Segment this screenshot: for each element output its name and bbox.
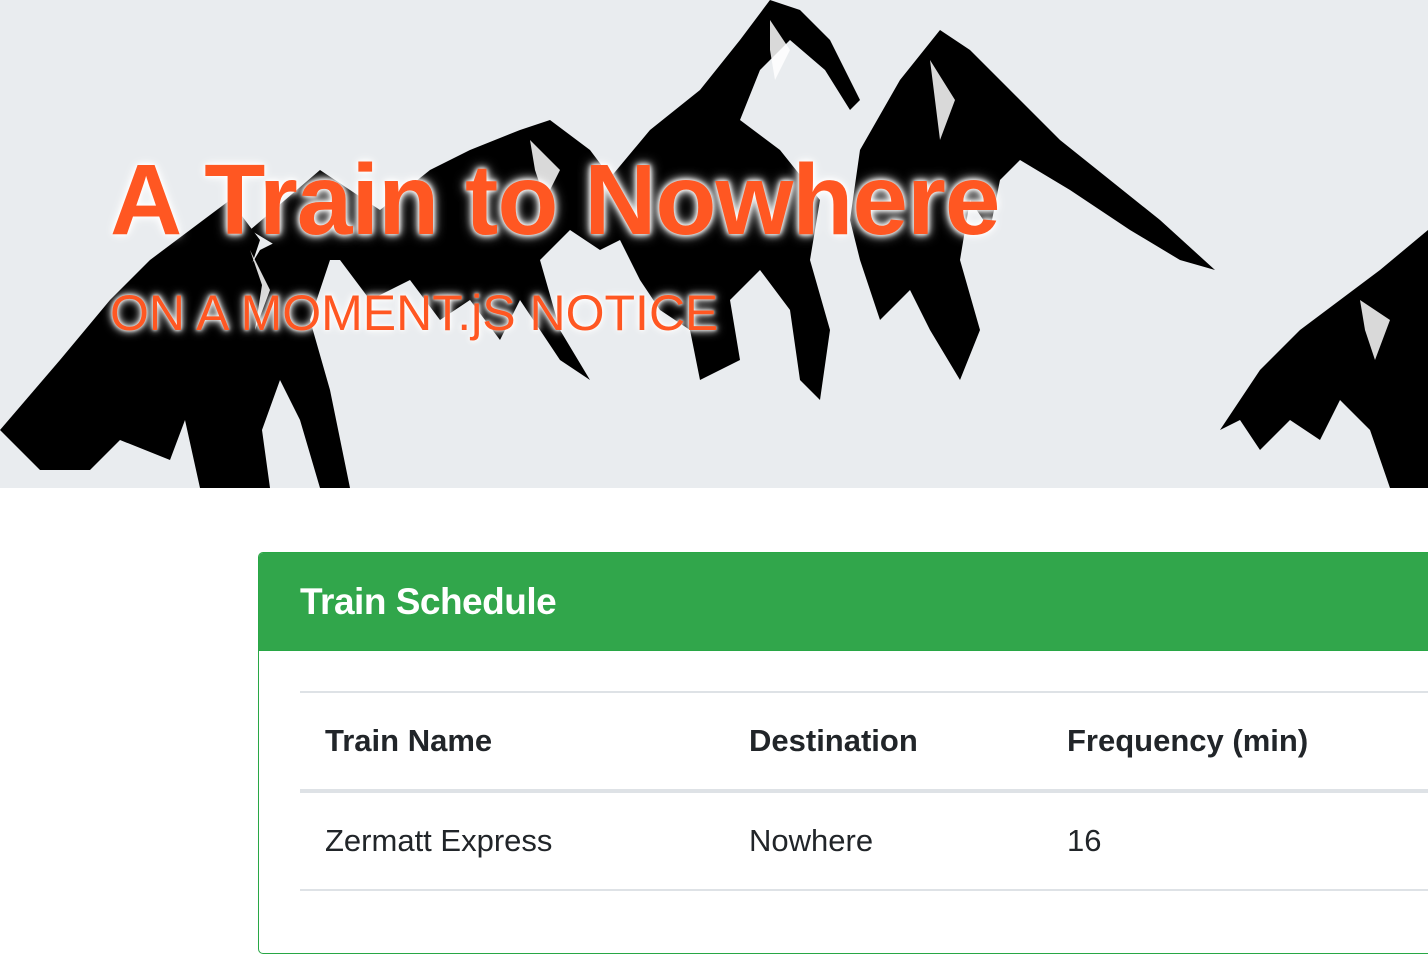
page-subtitle: ON A MOMENT.jS NOTICE [110,285,719,341]
table-row: Zermatt Express Nowhere 16 [300,791,1428,891]
mountain-peak-far-right [1220,230,1428,488]
cell-train-name: Zermatt Express [300,791,724,891]
column-header-train-name: Train Name [300,691,724,793]
column-header-frequency: Frequency (min) [1042,691,1428,793]
table-header-row: Train Name Destination Frequency (min) [300,691,1428,793]
card-header: Train Schedule [259,553,1428,651]
cell-destination: Nowhere [724,791,1042,891]
train-schedule-card: Train Schedule Train Name Destination Fr… [258,552,1428,954]
card-title: Train Schedule [300,580,557,622]
cell-frequency: 16 [1042,791,1428,891]
hero-jumbotron: A Train to Nowhere ON A MOMENT.jS NOTICE [0,0,1428,488]
schedule-table: Train Name Destination Frequency (min) Z… [300,691,1428,891]
card-body: Train Name Destination Frequency (min) Z… [259,651,1428,891]
page-title: A Train to Nowhere [110,144,1001,256]
column-header-destination: Destination [724,691,1042,793]
